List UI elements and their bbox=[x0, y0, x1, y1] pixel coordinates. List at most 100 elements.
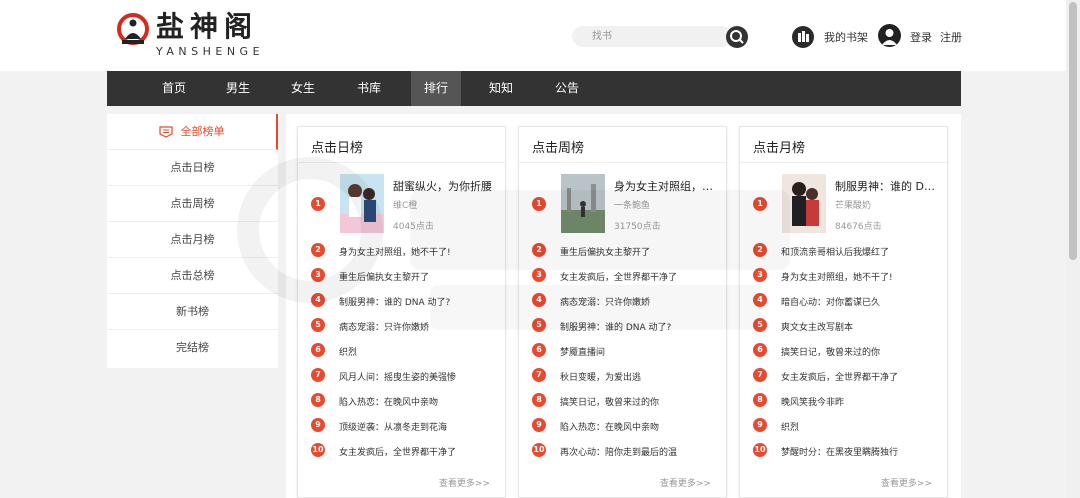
sidebar-item-label: 全部榜单 bbox=[180, 125, 225, 138]
list-item[interactable]: 女主发疯后，全世界都干净了 bbox=[560, 270, 725, 283]
list-item[interactable]: 病态宠溺：只许你嫩娇 bbox=[560, 295, 725, 308]
list-item[interactable]: 身为女主对照组，她不干了! bbox=[781, 270, 946, 283]
list-item[interactable]: 搞笑日记，敬曾来过的你 bbox=[560, 395, 725, 408]
rank-number: 4 bbox=[753, 293, 767, 307]
rank-number: 6 bbox=[311, 343, 325, 357]
list-item[interactable]: 重生后偏执女主黎开了 bbox=[339, 270, 504, 283]
rank-number: 1 bbox=[532, 197, 546, 211]
register-link[interactable]: 注册 bbox=[940, 29, 962, 45]
list-item[interactable]: 女主发疯后，全世界都干净了 bbox=[339, 445, 504, 458]
rank-number: 1 bbox=[311, 197, 325, 211]
sidebar-item-new[interactable]: 新书榜 bbox=[107, 294, 278, 330]
rank-number: 8 bbox=[753, 393, 767, 407]
list-item[interactable]: 陷入热恋：在晚风中亲吻 bbox=[339, 395, 504, 408]
logo-subtitle: YANSHENGE bbox=[156, 45, 265, 58]
book-title[interactable]: 甜蜜纵火，为你折腰 bbox=[393, 178, 501, 194]
search-icon bbox=[730, 30, 744, 44]
divider bbox=[740, 162, 949, 163]
list-item[interactable]: 陷入热恋：在晚风中亲吻 bbox=[560, 420, 725, 433]
list-item[interactable]: 再次心动：陪你走到最后的温 bbox=[560, 445, 725, 458]
rank-number: 4 bbox=[532, 293, 546, 307]
rank-number: 7 bbox=[753, 368, 767, 382]
book-author: 维C橙 bbox=[393, 201, 418, 211]
list-item[interactable]: 梦魇直播间 bbox=[560, 345, 725, 358]
rank-number: 8 bbox=[532, 393, 546, 407]
ranking-panel-monthly: 点击月榜 1 制服男神：谁的 DNA 动了? 芒果酸奶 84676点击 2 和顶… bbox=[739, 126, 949, 498]
list-item[interactable]: 制服男神：谁的 DNA 动了? bbox=[560, 320, 725, 333]
view-more-link[interactable]: 查看更多>> bbox=[660, 476, 711, 489]
nav-item-ranking[interactable]: 排行 bbox=[411, 71, 461, 106]
rank-number: 3 bbox=[753, 268, 767, 282]
sidebar-item-weekly[interactable]: 点击周榜 bbox=[107, 186, 278, 222]
rank-number: 9 bbox=[311, 418, 325, 432]
nav-item-zhizhi[interactable]: 知知 bbox=[477, 71, 525, 106]
search-box bbox=[572, 26, 748, 48]
ranking-content: 点击日榜 1 甜蜜纵火，为你折腰 维C橙 4045点击 2 身为女主对照组，她不… bbox=[286, 114, 961, 498]
list-item[interactable]: 制服男神：谁的 DNA 动了? bbox=[339, 295, 504, 308]
sidebar-item-daily[interactable]: 点击日榜 bbox=[107, 150, 278, 186]
book-clicks: 84676点击 bbox=[835, 222, 882, 232]
list-item[interactable]: 爽文女主改写剧本 bbox=[781, 320, 946, 333]
rank-number: 7 bbox=[532, 368, 546, 382]
scrollbar-thumb[interactable] bbox=[1069, 2, 1077, 260]
list-item[interactable]: 病态宠溺：只许你嫩娇 bbox=[339, 320, 504, 333]
rank-number: 5 bbox=[753, 318, 767, 332]
sidebar-item-total[interactable]: 点击总榜 bbox=[107, 258, 278, 294]
book-title[interactable]: 制服男神：谁的 DNA 动了? bbox=[835, 178, 943, 194]
rank-number: 6 bbox=[753, 343, 767, 357]
list-item[interactable]: 和顶流亲哥相认后我爆红了 bbox=[781, 245, 946, 258]
nav-item-female[interactable]: 女生 bbox=[279, 71, 327, 106]
view-more-link[interactable]: 查看更多>> bbox=[881, 476, 932, 489]
panel-title: 点击月榜 bbox=[753, 141, 806, 156]
list-item[interactable]: 秋日变暖，为爱出逃 bbox=[560, 370, 725, 383]
sidebar-item-monthly[interactable]: 点击月榜 bbox=[107, 222, 278, 258]
sidebar-item-finished[interactable]: 完结榜 bbox=[107, 330, 278, 366]
panel-title: 点击日榜 bbox=[311, 141, 364, 156]
list-item[interactable]: 搞笑日记，敬曾来过的你 bbox=[781, 345, 946, 358]
main-nav: 首页 男生 女生 书库 排行 知知 公告 bbox=[107, 71, 961, 106]
list-item[interactable]: 顶级逆袭：从凛冬走到花海 bbox=[339, 420, 504, 433]
rank-number: 2 bbox=[532, 243, 546, 257]
rank-number: 3 bbox=[311, 268, 325, 282]
ranking-sidebar: 全部榜单 点击日榜 点击周榜 点击月榜 点击总榜 新书榜 完结榜 bbox=[107, 114, 278, 368]
divider bbox=[519, 162, 728, 163]
list-item[interactable]: 织烈 bbox=[339, 345, 504, 358]
site-logo[interactable]: 盐神阁 YANSHENGE bbox=[116, 10, 286, 60]
rank-number: 2 bbox=[753, 243, 767, 257]
book-title[interactable]: 身为女主对照组，她不干了! bbox=[614, 178, 722, 194]
nav-item-male[interactable]: 男生 bbox=[214, 71, 262, 106]
list-item[interactable]: 织烈 bbox=[781, 420, 946, 433]
rank-number: 9 bbox=[532, 418, 546, 432]
search-button[interactable] bbox=[726, 26, 748, 48]
login-link[interactable]: 登录 bbox=[910, 29, 932, 45]
book-author: 芒果酸奶 bbox=[835, 201, 872, 211]
list-item[interactable]: 重生后偏执女主黎开了 bbox=[560, 245, 725, 258]
page-scrollbar[interactable] bbox=[1066, 0, 1080, 498]
view-more-link[interactable]: 查看更多>> bbox=[439, 476, 490, 489]
book-cover[interactable] bbox=[782, 174, 826, 233]
rank-number: 3 bbox=[532, 268, 546, 282]
list-item[interactable]: 身为女主对照组，她不干了! bbox=[339, 245, 504, 258]
list-item[interactable]: 暗自心动：对你蓄谋已久 bbox=[781, 295, 946, 308]
search-input[interactable] bbox=[572, 26, 732, 47]
nav-item-library[interactable]: 书库 bbox=[345, 71, 393, 106]
rank-number: 5 bbox=[311, 318, 325, 332]
nav-item-home[interactable]: 首页 bbox=[150, 71, 198, 106]
book-cover[interactable] bbox=[340, 174, 384, 233]
rank-number: 10 bbox=[311, 443, 325, 457]
logo-icon bbox=[117, 13, 149, 45]
list-item[interactable]: 梦醒时分：在黑夜里瞒腾独行 bbox=[781, 445, 946, 458]
list-item[interactable]: 女主发疯后，全世界都干净了 bbox=[781, 370, 946, 383]
nav-item-notice[interactable]: 公告 bbox=[543, 71, 591, 106]
rank-number: 4 bbox=[311, 293, 325, 307]
list-item[interactable]: 风月人间：摇曳生姿的美强惨 bbox=[339, 370, 504, 383]
sidebar-item-all[interactable]: 全部榜单 bbox=[107, 114, 278, 150]
bookshelf-icon[interactable] bbox=[792, 26, 814, 48]
book-cover[interactable] bbox=[561, 174, 605, 233]
bookshelf-link[interactable]: 我的书架 bbox=[824, 29, 868, 45]
rank-number: 10 bbox=[532, 443, 546, 457]
list-item[interactable]: 晚风笑我今非昨 bbox=[781, 395, 946, 408]
panel-title: 点击周榜 bbox=[532, 141, 585, 156]
rank-number: 9 bbox=[753, 418, 767, 432]
user-avatar-icon[interactable] bbox=[878, 24, 901, 47]
